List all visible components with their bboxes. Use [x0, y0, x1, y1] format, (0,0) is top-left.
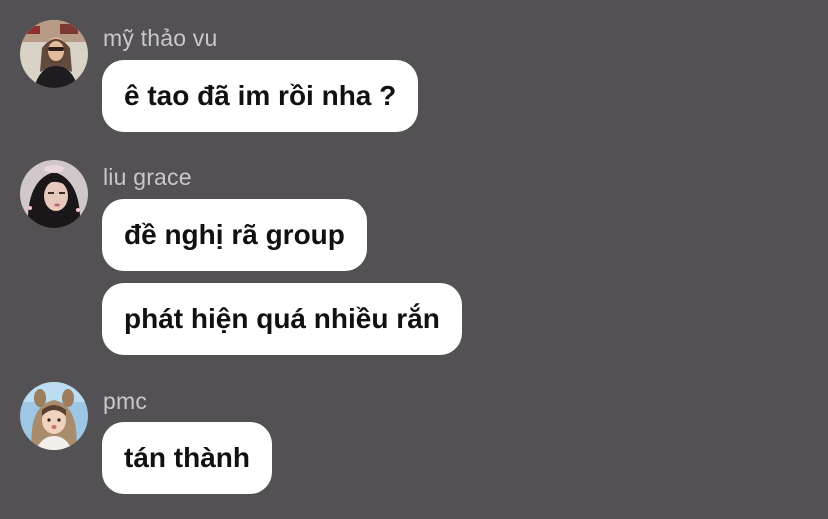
sender-name: mỹ thảo vu [103, 25, 218, 51]
avatar[interactable] [20, 382, 88, 450]
avatar[interactable] [20, 20, 88, 88]
message-bubble[interactable]: tán thành [102, 422, 272, 494]
avatar[interactable] [20, 160, 88, 228]
message-bubble[interactable]: phát hiện quá nhiều rắn [102, 283, 462, 355]
sender-name: liu grace [103, 164, 192, 190]
sender-name: pmc [103, 388, 148, 414]
message-bubble[interactable]: ê tao đã im rồi nha ? [102, 60, 419, 132]
message-bubble[interactable]: đề nghị rã group [102, 199, 367, 271]
avatar-photo-icon [20, 382, 88, 450]
avatar-photo-icon [20, 160, 88, 228]
avatar-photo-icon [20, 20, 88, 88]
